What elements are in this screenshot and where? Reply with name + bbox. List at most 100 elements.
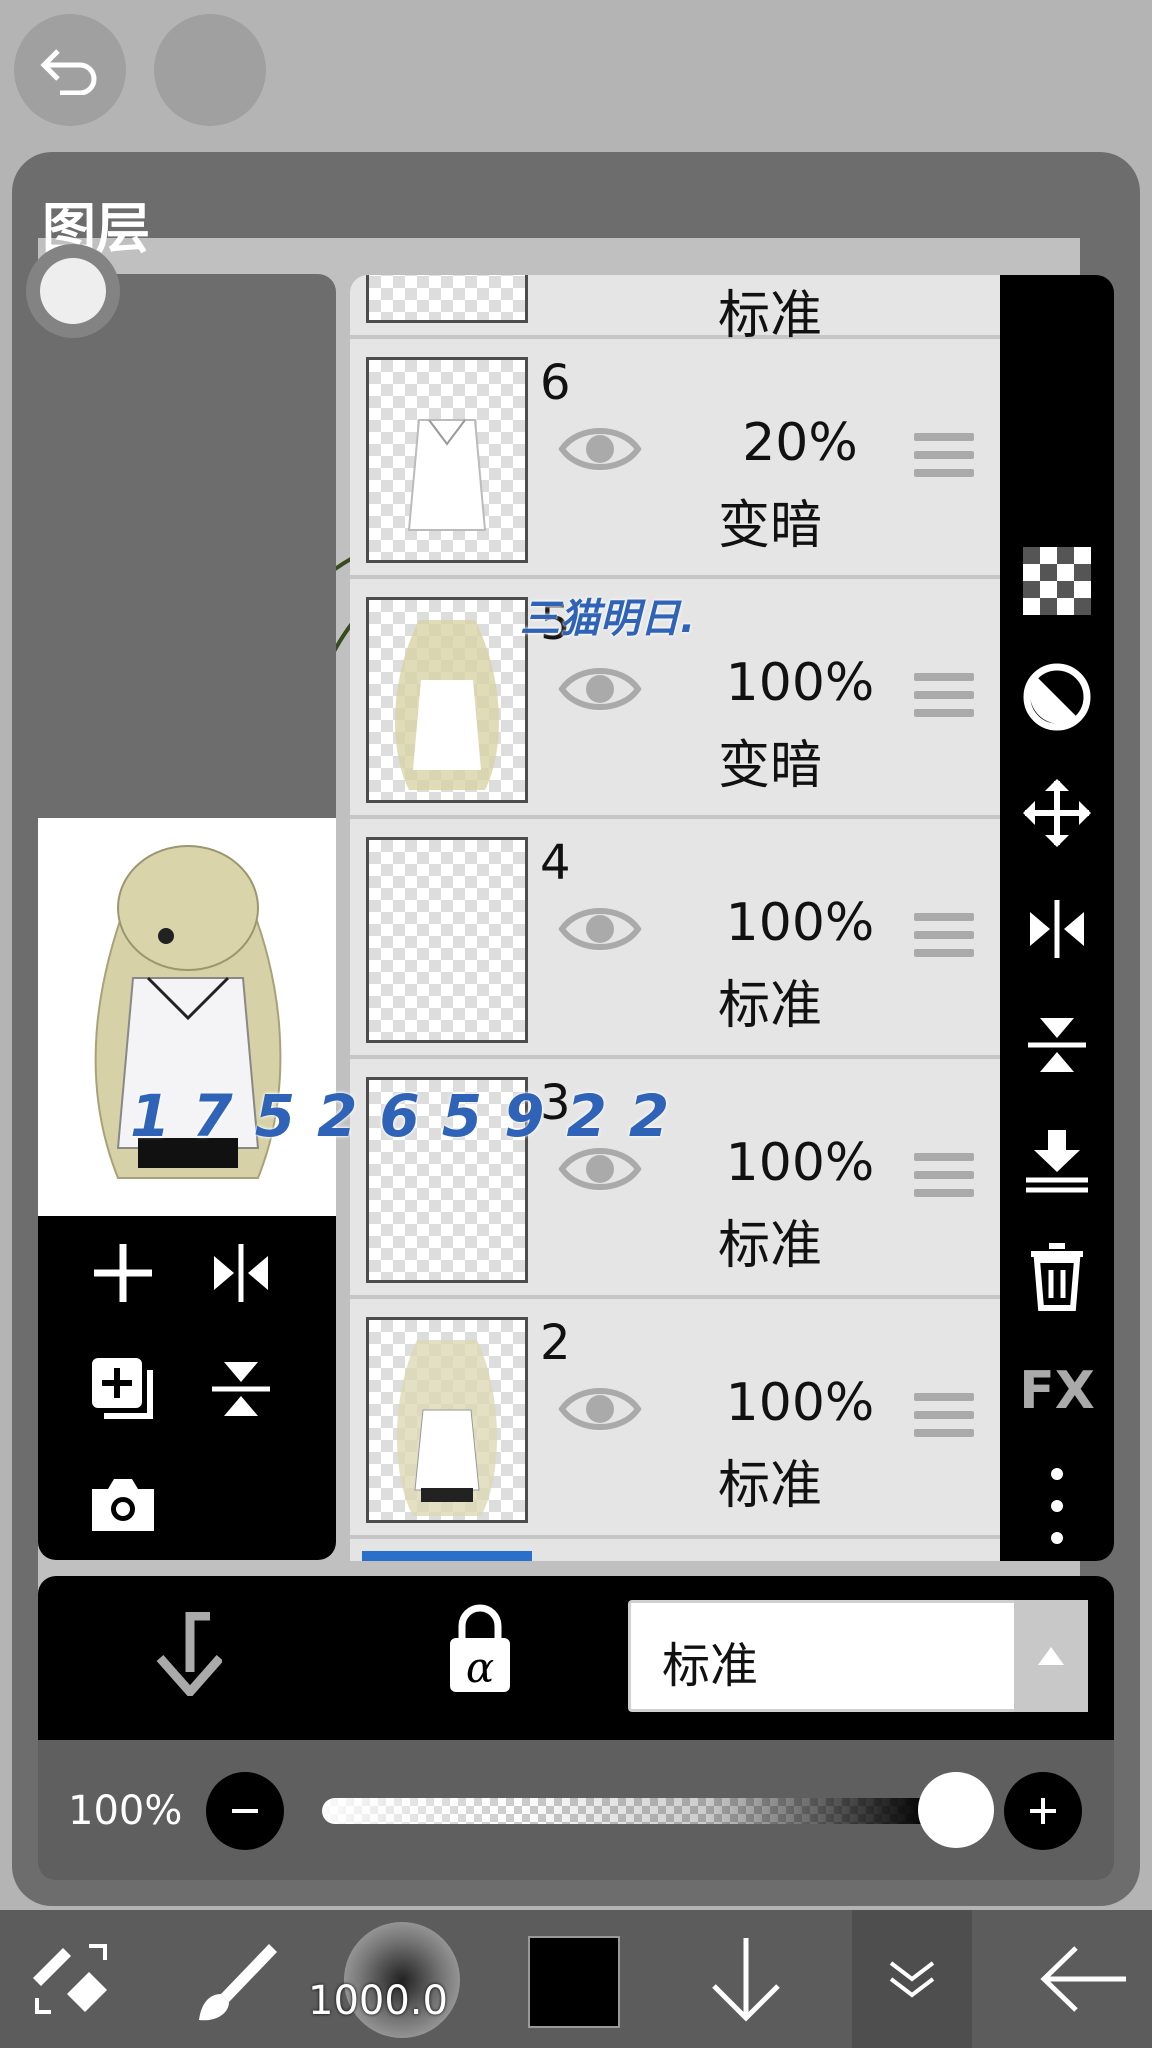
layer-6-content <box>407 419 487 531</box>
layer-blend-mode: 标准 <box>717 286 822 346</box>
undo-icon <box>40 49 97 95</box>
drag-handle-icon[interactable] <box>914 1153 974 1207</box>
transparency-button[interactable] <box>1000 543 1114 619</box>
flip-vertical-icon <box>1028 1018 1086 1072</box>
layer-blend-mode: 标准 <box>717 1456 822 1516</box>
triangle-up-icon <box>1038 1647 1064 1665</box>
visibility-eye-icon[interactable] <box>558 899 642 959</box>
move-button[interactable] <box>1000 775 1114 851</box>
layer-row-4[interactable]: 4 100% 标准 <box>350 823 1000 1059</box>
opacity-increase-button[interactable] <box>1004 1772 1082 1850</box>
layer-thumbnail <box>366 357 528 563</box>
layer-5-content <box>395 620 499 790</box>
layer-opacity: 20% <box>742 413 858 473</box>
delete-layer-button[interactable] <box>1000 1239 1114 1315</box>
layer-thumbnail <box>366 597 528 803</box>
flip-layer-vertical-button[interactable] <box>198 1346 284 1432</box>
collapse-button[interactable] <box>862 1910 962 2048</box>
plus-icon <box>1030 1798 1056 1824</box>
brush-icon <box>199 1944 277 2021</box>
layer-number: 6 <box>540 355 571 411</box>
character-illustration <box>94 845 282 1179</box>
layer-blend-mode: 变暗 <box>717 736 822 796</box>
more-vertical-icon <box>1051 1468 1063 1544</box>
drag-handle-icon[interactable] <box>914 433 974 487</box>
tool-switch-button[interactable] <box>20 1910 120 2048</box>
merge-down-button[interactable] <box>1000 1123 1114 1199</box>
layer-row-partial[interactable]: 标准 <box>350 275 1000 346</box>
clipping-button[interactable] <box>1000 659 1114 735</box>
opacity-decrease-button[interactable] <box>206 1772 284 1850</box>
layer-opacity: 100% <box>725 1133 875 1193</box>
arrow-left-icon <box>1040 1946 1126 2012</box>
layer-opacity: 100% <box>725 1373 875 1433</box>
opacity-value: 100% <box>68 1788 183 1834</box>
layer-opacity: 100% <box>725 653 875 713</box>
drag-handle-icon[interactable] <box>914 673 974 727</box>
layer-thumbnail <box>366 837 528 1043</box>
plus-icon <box>94 1244 152 1302</box>
minus-icon <box>232 1809 258 1813</box>
back-button[interactable] <box>1030 1910 1140 2048</box>
undo-button[interactable] <box>14 14 126 126</box>
layer-opacity: 100% <box>725 893 875 953</box>
alpha-lock-icon: α <box>450 1604 510 1692</box>
visibility-eye-icon[interactable] <box>558 659 642 719</box>
layer-row-6[interactable]: 6 20% 变暗 <box>350 343 1000 579</box>
duplicate-layer-button[interactable] <box>80 1346 166 1432</box>
layer-row-2[interactable]: 2 100% 标准 <box>350 1303 1000 1539</box>
flip-layer-horizontal-button[interactable] <box>198 1230 284 1316</box>
blend-mode-value: 标准 <box>662 1638 759 1694</box>
camera-button[interactable] <box>80 1462 166 1548</box>
color-swatch[interactable] <box>528 1936 620 2028</box>
layer-down-button[interactable] <box>696 1910 796 2048</box>
svg-text:α: α <box>466 1643 494 1692</box>
brush-size-value: 1000.0 <box>308 1978 448 2024</box>
opacity-slider-handle[interactable] <box>918 1772 994 1848</box>
trash-icon <box>1031 1243 1083 1311</box>
flip-horizontal-button[interactable] <box>1000 891 1114 967</box>
selected-layer-indicator <box>362 1551 532 1561</box>
layer-blend-mode: 标准 <box>717 1216 822 1276</box>
layer-tools-bar: FX <box>1000 275 1114 1561</box>
transparency-icon <box>1023 547 1091 615</box>
preview-frame <box>38 274 336 819</box>
clip-down-icon <box>156 1611 224 1699</box>
canvas-indicator-dot[interactable] <box>26 244 120 338</box>
layer-thumbnail <box>366 275 528 323</box>
layer-blend-mode: 变暗 <box>717 496 822 556</box>
visibility-eye-icon[interactable] <box>558 1379 642 1439</box>
layer-2-content <box>397 1340 497 1516</box>
flip-vertical-button[interactable] <box>1000 1007 1114 1083</box>
layer-actions-bar <box>38 1216 336 1560</box>
clip-to-below-button[interactable] <box>150 1611 224 1700</box>
flip-horizontal-icon <box>214 1244 268 1302</box>
clipping-icon <box>1023 663 1091 731</box>
camera-icon <box>92 1479 154 1531</box>
fx-button[interactable]: FX <box>1000 1353 1114 1429</box>
canvas-preview <box>38 818 336 1216</box>
watermark-number: 175265922 <box>130 1082 692 1150</box>
drag-handle-icon[interactable] <box>914 913 974 967</box>
brush-eraser-swap-icon <box>33 1944 107 2014</box>
add-layer-button[interactable] <box>80 1230 166 1316</box>
merge-down-icon <box>1026 1130 1088 1193</box>
brush-tool-button[interactable] <box>186 1910 286 2048</box>
more-button[interactable] <box>1000 1461 1114 1551</box>
layer-thumbnail <box>366 1317 528 1523</box>
arrow-down-icon <box>712 1938 780 2022</box>
alpha-lock-button[interactable]: α <box>448 1604 512 1698</box>
flip-horizontal-icon <box>1030 900 1084 958</box>
flip-vertical-icon <box>212 1362 270 1416</box>
layer-number: 2 <box>540 1315 571 1371</box>
layer-number: 4 <box>540 835 571 891</box>
duplicate-icon <box>92 1358 153 1419</box>
redo-button[interactable] <box>154 14 266 126</box>
visibility-eye-icon[interactable] <box>558 419 642 479</box>
move-icon <box>1023 779 1091 847</box>
opacity-slider[interactable] <box>322 1798 962 1824</box>
blend-mode-dropdown-button[interactable] <box>1014 1600 1088 1712</box>
watermark-text: 三猫明日. <box>520 596 696 642</box>
double-chevron-down-icon <box>889 1961 935 1998</box>
drag-handle-icon[interactable] <box>914 1393 974 1447</box>
